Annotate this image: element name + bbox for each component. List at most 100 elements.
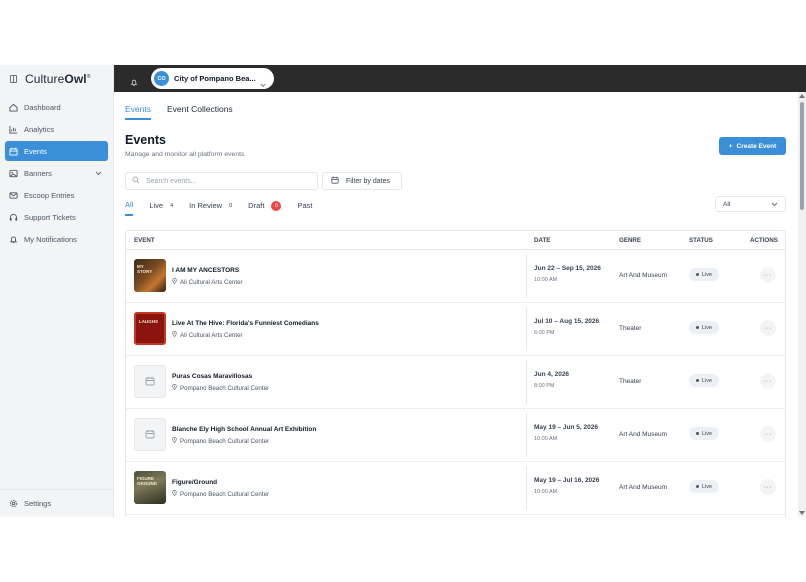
event-thumbnail: MY STORY	[134, 259, 166, 292]
column-divider	[526, 413, 527, 457]
image-icon	[9, 169, 18, 178]
sidebar-item-label: Escoop Entries	[24, 190, 75, 200]
event-venue: Pompano Beach Cultural Center	[172, 437, 269, 445]
table-row[interactable]: LAUGHS Live At The Hive: Florida's Funni…	[126, 303, 785, 356]
status-filter-select[interactable]: All	[715, 196, 786, 212]
event-genre: Art And Museum	[619, 484, 668, 491]
chevron-down-icon[interactable]	[95, 169, 102, 178]
row-actions-button[interactable]: ···	[760, 426, 776, 442]
search-placeholder: Search events...	[146, 177, 197, 185]
more-horizontal-icon: ···	[763, 483, 773, 491]
event-time: 10:00 AM	[534, 436, 558, 442]
sidebar: CultureOwl® Dashboard Analytics Events B…	[0, 65, 114, 517]
column-header-status: STATUS	[689, 237, 713, 244]
event-venue-label: Pompano Beach Cultural Center	[180, 437, 270, 445]
status-dot-icon	[696, 379, 699, 382]
column-header-genre: GENRE	[619, 237, 642, 244]
status-tab-in-review[interactable]: In Review 0	[189, 200, 232, 216]
status-tab-draft[interactable]: Draft 0	[248, 200, 282, 216]
sidebar-item-label: Dashboard	[24, 102, 61, 112]
thumbnail-text: MY STORY	[137, 264, 153, 274]
notification-bell-icon[interactable]	[130, 74, 138, 92]
scroll-down-arrow[interactable]	[799, 511, 805, 515]
status-tabs: All Live 4 In Review 0 Draft 0 Past	[125, 200, 328, 216]
location-pin-icon	[172, 278, 177, 286]
table-row[interactable]: Puras Cosas Maravillosas Pompano Beach C…	[126, 356, 785, 409]
sidebar-item-support-tickets[interactable]: Support Tickets	[5, 207, 108, 227]
event-name[interactable]: Blanche Ely High School Annual Art Exhib…	[172, 426, 316, 433]
sidebar-item-analytics[interactable]: Analytics	[5, 119, 108, 139]
sidebar-item-my-notifications[interactable]: My Notifications	[5, 229, 108, 249]
settings-label: Settings	[24, 499, 52, 508]
column-divider	[526, 466, 527, 510]
status-tab-label: Draft	[248, 201, 265, 210]
home-icon	[9, 103, 18, 112]
chart-icon	[9, 125, 18, 134]
sidebar-nav: Dashboard Analytics Events Banners Escoo…	[0, 97, 113, 249]
status-badge-label: Live	[702, 430, 713, 437]
logo-row: CultureOwl®	[0, 65, 113, 92]
event-name[interactable]: Live At The Hive: Florida's Funniest Com…	[172, 320, 319, 327]
event-time: 8:00 PM	[534, 383, 555, 389]
status-dot-icon	[696, 273, 699, 276]
scroll-thumb[interactable]	[800, 102, 804, 210]
event-date: May 19 – Jul 16, 2026	[534, 477, 600, 484]
event-name[interactable]: I AM MY ANCESTORS	[172, 267, 239, 274]
sidebar-item-events[interactable]: Events	[5, 141, 108, 161]
scroll-up-arrow[interactable]	[799, 94, 805, 98]
chevron-down-icon	[771, 202, 778, 209]
sidebar-collapse-icon[interactable]	[10, 74, 17, 83]
mail-icon	[9, 191, 18, 200]
status-badge-label: Live	[702, 271, 713, 278]
page-scrollbar[interactable]	[798, 92, 806, 517]
filter-by-dates-button[interactable]: Filter by dates	[322, 172, 402, 190]
events-table: EVENT DATE GENRE STATUS ACTIONS MY STORY…	[125, 230, 786, 517]
table-row[interactable]: Blanche Ely High School Annual Art Exhib…	[126, 409, 785, 462]
table-body: MY STORY I AM MY ANCESTORS Ali Cultural …	[126, 250, 785, 515]
row-actions-button[interactable]: ···	[760, 320, 776, 336]
tab-events[interactable]: Events	[125, 104, 151, 120]
status-tab-all[interactable]: All	[125, 200, 134, 216]
status-tab-label: Past	[297, 201, 313, 210]
sidebar-item-label: Support Tickets	[24, 212, 76, 222]
status-tab-past[interactable]: Past	[297, 200, 312, 216]
status-badge: Live	[689, 374, 720, 387]
row-actions-button[interactable]: ···	[760, 373, 776, 389]
column-header-date: DATE	[534, 237, 551, 244]
org-avatar: CO	[154, 71, 169, 86]
create-event-label: Create Event	[736, 142, 777, 150]
calendar-icon	[331, 176, 339, 186]
event-genre: Art And Museum	[619, 431, 668, 438]
status-tab-live[interactable]: Live 4	[149, 200, 173, 216]
column-divider	[526, 254, 527, 298]
thumbnail-text: LAUGHS	[139, 319, 158, 324]
table-row[interactable]: FIGURE GROUND Figure/Ground Pompano Beac…	[126, 462, 785, 515]
sidebar-item-escoop-entries[interactable]: Escoop Entries	[5, 185, 108, 205]
sidebar-item-banners[interactable]: Banners	[5, 163, 108, 183]
location-pin-icon	[172, 384, 177, 392]
event-thumbnail: LAUGHS	[134, 312, 166, 345]
row-actions-button[interactable]: ···	[760, 267, 776, 283]
status-tab-label: Live	[149, 201, 164, 210]
table-row[interactable]: MY STORY I AM MY ANCESTORS Ali Cultural …	[126, 250, 785, 303]
sidebar-item-settings[interactable]: Settings	[0, 489, 113, 517]
event-venue: Ali Cultural Arts Center	[172, 331, 243, 339]
event-name[interactable]: Puras Cosas Maravillosas	[172, 373, 252, 380]
tab-event-collections[interactable]: Event Collections	[167, 104, 233, 120]
search-input[interactable]: Search events...	[125, 172, 318, 190]
status-tab-label: All	[125, 200, 134, 209]
organization-selector[interactable]: CO City of Pompano Bea...	[151, 68, 274, 89]
event-date: May 19 – Jun 5, 2026	[534, 424, 598, 431]
table-header: EVENT DATE GENRE STATUS ACTIONS	[126, 231, 785, 250]
row-actions-button[interactable]: ···	[760, 479, 776, 495]
event-name[interactable]: Figure/Ground	[172, 479, 217, 486]
create-event-button[interactable]: + Create Event	[719, 137, 786, 155]
more-horizontal-icon: ···	[763, 430, 773, 438]
logo[interactable]: CultureOwl®	[25, 72, 91, 86]
status-tab-count: 0	[229, 202, 233, 209]
page-title: Events	[125, 133, 166, 147]
sidebar-item-dashboard[interactable]: Dashboard	[5, 97, 108, 117]
event-venue-label: Ali Cultural Arts Center	[180, 331, 243, 339]
search-icon	[132, 176, 140, 186]
sidebar-item-label: Events	[24, 146, 47, 156]
